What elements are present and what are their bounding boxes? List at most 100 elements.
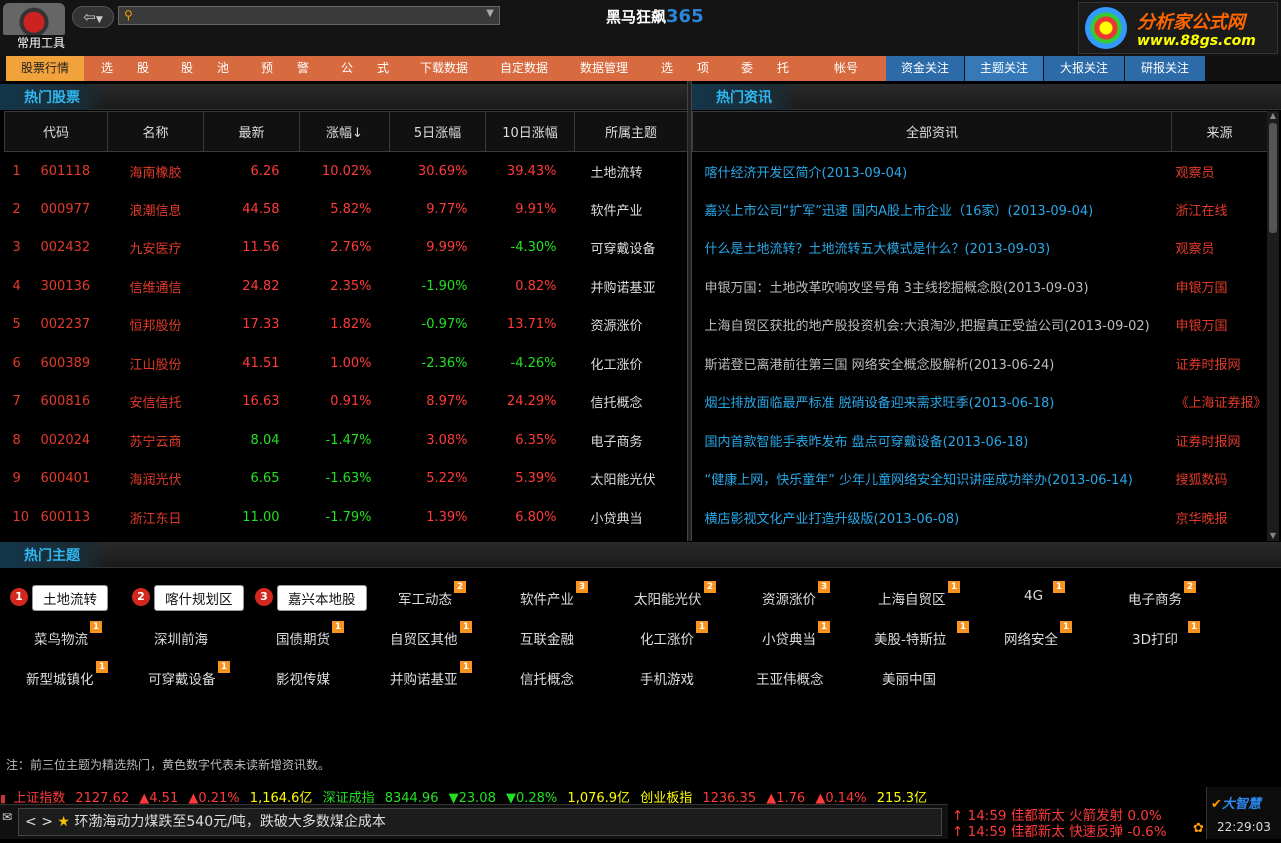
topic-item[interactable]: 太阳能光伏 bbox=[634, 588, 702, 608]
topic-item[interactable]: 新型城镇化 bbox=[26, 668, 94, 688]
table-row[interactable]: 3 002432 九安医疗 11.56 2.76% 9.99% -4.30% 可穿戴设备 bbox=[5, 229, 688, 268]
tab-report-focus[interactable]: 大报关注 bbox=[1044, 56, 1124, 81]
stock-code-cell[interactable]: 5 002237 bbox=[5, 306, 108, 345]
stock-code[interactable]: 002432 bbox=[41, 240, 91, 255]
menu-formula-2[interactable]: 式 bbox=[372, 56, 394, 81]
scroll-down-icon[interactable]: ▼ bbox=[1267, 531, 1279, 541]
next-icon[interactable]: > bbox=[41, 814, 53, 830]
news-headline[interactable]: 嘉兴上市公司“扩军”迅速 国内A股上市企业（16家）(2013-09-04) bbox=[693, 190, 1172, 229]
stock-topic[interactable]: 可穿戴设备 bbox=[575, 229, 688, 268]
news-row[interactable]: 嘉兴上市公司“扩军”迅速 国内A股上市企业（16家）(2013-09-04) 浙江… bbox=[693, 190, 1268, 229]
tab-theme-focus[interactable]: 主题关注 bbox=[965, 56, 1043, 81]
menu-alert-2[interactable]: 警 bbox=[292, 56, 314, 81]
brand-badge[interactable]: ✔大智慧 bbox=[1211, 793, 1261, 812]
alert-item[interactable]: ↑ 14:59 佳都新太 快速反弹 -0.6% bbox=[952, 820, 1167, 840]
menu-custom-data[interactable]: 自定数据 bbox=[492, 56, 556, 81]
menu-alert-1[interactable]: 预 bbox=[256, 56, 278, 81]
column-header[interactable]: 代码 bbox=[4, 111, 108, 152]
search-input[interactable] bbox=[141, 8, 471, 23]
stock-name[interactable]: 苏宁云商 bbox=[108, 421, 204, 460]
news-source[interactable]: 观察员 bbox=[1172, 152, 1268, 191]
menu-select-stock-1[interactable]: 选 bbox=[96, 56, 118, 81]
menu-entrust-1[interactable]: 委 bbox=[736, 56, 758, 81]
topic-item[interactable]: 国债期货 bbox=[276, 628, 330, 648]
column-header[interactable]: 涨幅↓ bbox=[299, 111, 390, 152]
table-row[interactable]: 10 600113 浙江东日 11.00 -1.79% 1.39% 6.80% 小贷典当 bbox=[5, 498, 688, 537]
column-header[interactable]: 名称 bbox=[107, 111, 204, 152]
topic-item[interactable]: 小贷典当 bbox=[762, 628, 816, 648]
news-ticker[interactable]: < > ★ 环渤海动力煤跌至540元/吨，跌破大多数煤企成本 bbox=[18, 808, 942, 836]
stock-code-cell[interactable]: 9 600401 bbox=[5, 460, 108, 499]
stock-code-cell[interactable]: 2 000977 bbox=[5, 190, 108, 229]
news-headline[interactable]: 上海自贸区获批的地产股投资机会:大浪淘沙,把握真正受益公司(2013-09-02… bbox=[693, 306, 1172, 345]
scrollbar-thumb[interactable] bbox=[1269, 123, 1277, 233]
brand-logo[interactable]: 分析家公式网 www.88gs.com bbox=[1078, 2, 1278, 54]
news-headline[interactable]: 什么是土地流转？土地流转五大模式是什么？(2013-09-03) bbox=[693, 229, 1172, 268]
topic-item[interactable]: 可穿戴设备 bbox=[148, 668, 216, 688]
news-ticker-text[interactable]: 环渤海动力煤跌至540元/吨，跌破大多数煤企成本 bbox=[74, 814, 385, 830]
news-row[interactable]: 什么是土地流转？土地流转五大模式是什么？(2013-09-03) 观察员 bbox=[693, 229, 1268, 268]
stock-topic[interactable]: 软件产业 bbox=[575, 190, 688, 229]
menu-stock-pool-2[interactable]: 池 bbox=[212, 56, 234, 81]
tab-research-focus[interactable]: 研报关注 bbox=[1125, 56, 1205, 81]
table-row[interactable]: 5 002237 恒邦股份 17.33 1.82% -0.97% 13.71% 资源涨价 bbox=[5, 306, 688, 345]
stock-name[interactable]: 浪潮信息 bbox=[108, 190, 204, 229]
news-headline[interactable]: 斯诺登已离港前往第三国 网络安全概念股解析(2013-06-24) bbox=[693, 344, 1172, 383]
stock-topic[interactable]: 电子商务 bbox=[575, 421, 688, 460]
topic-item[interactable]: 军工动态 bbox=[398, 588, 452, 608]
scroll-up-icon[interactable]: ▲ bbox=[1267, 111, 1279, 121]
topic-item[interactable]: 网络安全 bbox=[1004, 628, 1058, 648]
table-row[interactable]: 2 000977 浪潮信息 44.58 5.82% 9.77% 9.91% 软件产业 bbox=[5, 190, 688, 229]
news-headline[interactable]: “健康上网，快乐童年” 少年儿童网络安全知识讲座成功举办(2013-06-14) bbox=[693, 460, 1172, 499]
topic-item[interactable]: 3D打印 bbox=[1132, 628, 1178, 648]
stock-code[interactable]: 600816 bbox=[41, 394, 91, 409]
stock-code-cell[interactable]: 6 600389 bbox=[5, 344, 108, 383]
news-source[interactable]: 证券时报网 bbox=[1172, 421, 1268, 460]
table-row[interactable]: 4 300136 信维通信 24.82 2.35% -1.90% 0.82% 并购诺基亚 bbox=[5, 267, 688, 306]
menu-stock-quotes[interactable]: 股票行情 bbox=[6, 56, 84, 81]
stock-code[interactable]: 600401 bbox=[41, 471, 91, 486]
stock-code[interactable]: 300136 bbox=[41, 279, 91, 294]
stock-name[interactable]: 海润光伏 bbox=[108, 460, 204, 499]
stock-name[interactable]: 九安医疗 bbox=[108, 229, 204, 268]
news-headline[interactable]: 喀什经济开发区简介(2013-09-04) bbox=[693, 152, 1172, 191]
search-box[interactable]: ⚲ ▼ bbox=[118, 6, 500, 25]
news-row[interactable]: “健康上网，快乐童年” 少年儿童网络安全知识讲座成功举办(2013-06-14)… bbox=[693, 460, 1268, 499]
menu-download-data[interactable]: 下载数据 bbox=[412, 56, 476, 81]
topic-item[interactable]: 4G bbox=[1024, 588, 1043, 604]
topic-item[interactable]: 电子商务 bbox=[1128, 588, 1182, 608]
menu-account[interactable]: 帐号 bbox=[826, 56, 866, 81]
stock-code-cell[interactable]: 1 601118 bbox=[5, 152, 108, 191]
stock-code[interactable]: 600389 bbox=[41, 356, 91, 371]
topic-item[interactable]: 化工涨价 bbox=[640, 628, 694, 648]
stock-code[interactable]: 601118 bbox=[41, 164, 91, 179]
column-header[interactable]: 10日涨幅 bbox=[485, 111, 575, 152]
topic-item[interactable]: 互联金融 bbox=[520, 628, 574, 648]
stock-code[interactable]: 002237 bbox=[41, 317, 91, 332]
news-source[interactable]: 搜狐数码 bbox=[1172, 460, 1268, 499]
stock-code-cell[interactable]: 10 600113 bbox=[5, 498, 108, 537]
stock-code[interactable]: 600113 bbox=[41, 510, 91, 525]
tab-fund-focus[interactable]: 资金关注 bbox=[886, 56, 964, 81]
stock-name[interactable]: 信维通信 bbox=[108, 267, 204, 306]
topic-item[interactable]: 软件产业 bbox=[520, 588, 574, 608]
app-logo[interactable] bbox=[3, 3, 65, 35]
column-header[interactable]: 来源 bbox=[1171, 111, 1268, 152]
menu-options-1[interactable]: 选 bbox=[656, 56, 678, 81]
news-source[interactable]: 观察员 bbox=[1172, 229, 1268, 268]
news-scrollbar[interactable]: ▲ ▼ bbox=[1267, 111, 1279, 541]
column-header[interactable]: 全部资讯 bbox=[692, 111, 1172, 152]
column-header[interactable]: 最新 bbox=[203, 111, 300, 152]
menu-stock-pool-1[interactable]: 股 bbox=[176, 56, 198, 81]
stock-topic[interactable]: 资源涨价 bbox=[575, 306, 688, 345]
topic-item[interactable]: 上海自贸区 bbox=[878, 588, 946, 608]
topic-item[interactable]: 王亚伟概念 bbox=[756, 668, 824, 688]
table-row[interactable]: 6 600389 江山股份 41.51 1.00% -2.36% -4.26% 化工涨价 bbox=[5, 344, 688, 383]
stock-code-cell[interactable]: 8 002024 bbox=[5, 421, 108, 460]
news-row[interactable]: 国内首款智能手表昨发布 盘点可穿戴设备(2013-06-18) 证券时报网 bbox=[693, 421, 1268, 460]
stock-code[interactable]: 000977 bbox=[41, 202, 91, 217]
back-button[interactable]: ⇦▼ bbox=[72, 6, 114, 28]
news-row[interactable]: 横店影视文化产业打造升级版(2013-06-08) 京华晚报 bbox=[693, 498, 1268, 537]
news-row[interactable]: 烟尘排放面临最严标准 脱硝设备迎来需求旺季(2013-06-18) 《上海证券报》 bbox=[693, 383, 1268, 422]
news-headline[interactable]: 横店影视文化产业打造升级版(2013-06-08) bbox=[693, 498, 1172, 537]
